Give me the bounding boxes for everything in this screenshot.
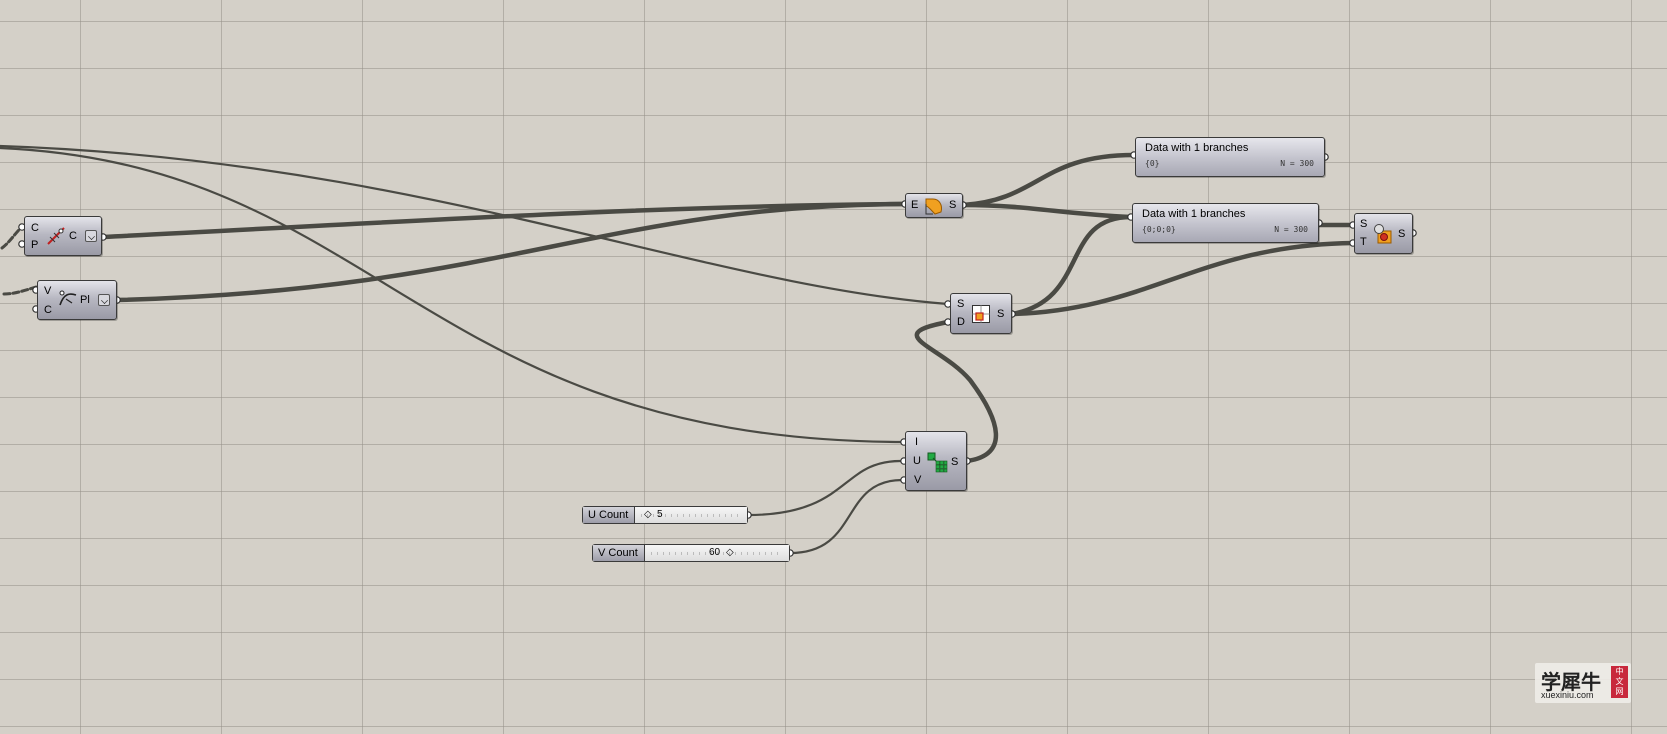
wire [960, 202, 1134, 220]
input-label-i: I [915, 436, 919, 448]
slider-grip-icon[interactable]: ◇ [644, 507, 652, 523]
wire [788, 478, 904, 555]
slider-value: 5 [657, 509, 663, 520]
panel-path: {0} [1145, 159, 1160, 168]
curve-plane-component[interactable]: V C Pl [37, 280, 117, 320]
slider-value: 60 [709, 547, 721, 558]
input-label-t: T [1360, 236, 1367, 248]
input-label-v: V [914, 474, 922, 486]
badge-char: 中 [1615, 667, 1624, 676]
curve-frame-icon [59, 290, 77, 306]
wire-stub [2, 285, 38, 296]
watermark-logo: 学犀牛 xuexiniu.com 中 文 网 [1535, 663, 1631, 703]
wire [960, 152, 1137, 208]
divide-domain-component[interactable]: S D S [950, 293, 1012, 334]
divide-surface-component[interactable]: I U V S [905, 431, 967, 491]
input-label-c: C [31, 222, 39, 234]
isotrim-icon [1374, 224, 1392, 244]
data-panel-2[interactable]: Data with 1 branches {0;0;0} N = 300 [1132, 203, 1319, 243]
panel-count: N = 300 [1274, 225, 1308, 234]
divide-domain-icon [972, 305, 990, 323]
slider-grip-icon[interactable]: ◇ [726, 545, 734, 561]
output-label-s: S [1398, 228, 1406, 240]
panel-title: Data with 1 branches [1145, 142, 1249, 154]
panel-path: {0;0;0} [1142, 225, 1176, 234]
badge-char: 网 [1615, 687, 1624, 696]
watermark-url: xuexiniu.com [1541, 690, 1594, 700]
input-label-d: D [957, 316, 965, 328]
slider-track[interactable]: 60 ◇ [645, 545, 789, 561]
entwine-component[interactable]: E S [905, 193, 963, 218]
badge-char: 文 [1615, 677, 1624, 686]
output-label-c: C [69, 230, 77, 242]
surface-isotrim-component[interactable]: S T S [1354, 213, 1413, 254]
watermark-badge: 中 文 网 [1611, 666, 1628, 698]
wire [114, 201, 905, 303]
slider-track[interactable]: ◇ 5 [635, 507, 747, 523]
input-label-e: E [911, 199, 919, 211]
input-label-s: S [957, 298, 965, 310]
wire [0, 146, 904, 444]
input-label-c: C [44, 304, 52, 316]
output-label-pl: Pl [80, 294, 90, 306]
output-label-s: S [951, 456, 959, 468]
wire-layer [0, 144, 1417, 557]
input-label-p: P [31, 239, 39, 251]
input-label-u: U [913, 455, 921, 467]
wire [746, 459, 904, 517]
curve-parameter-component[interactable]: C P C [24, 216, 102, 256]
output-label-s: S [997, 308, 1005, 320]
dropdown-icon[interactable] [85, 230, 97, 242]
dropdown-icon[interactable] [98, 294, 110, 306]
data-panel-1[interactable]: Data with 1 branches {0} N = 300 [1135, 137, 1325, 177]
input-label-s: S [1360, 218, 1368, 230]
divide-surface-icon [927, 452, 948, 473]
entwine-icon [925, 198, 942, 215]
panel-count: N = 300 [1280, 159, 1314, 168]
curve-evaluate-icon [47, 227, 65, 245]
output-label-s: S [949, 199, 957, 211]
u-count-slider[interactable]: U Count ◇ 5 [582, 506, 748, 524]
slider-name: U Count [583, 507, 635, 523]
panel-title: Data with 1 branches [1142, 208, 1246, 220]
v-count-slider[interactable]: V Count 60 ◇ [592, 544, 790, 562]
slider-name: V Count [593, 545, 645, 561]
input-label-v: V [44, 285, 52, 297]
